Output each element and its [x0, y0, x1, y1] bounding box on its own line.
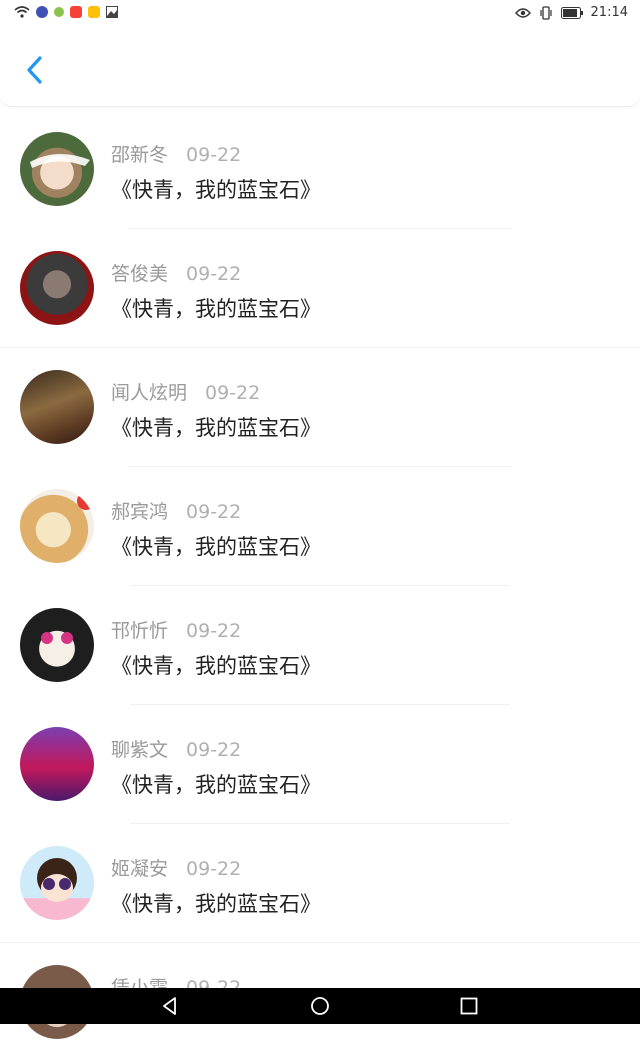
app-notification-icon	[36, 6, 48, 18]
avatar[interactable]	[20, 608, 94, 682]
nav-home-button[interactable]	[310, 996, 330, 1016]
app-notification-icon	[88, 6, 100, 18]
username[interactable]: 邵新冬	[111, 144, 168, 166]
comment-title[interactable]: 《快青，我的蓝宝石》	[111, 769, 321, 799]
comment-meta: 聊紫文 09-22	[111, 735, 241, 762]
status-bar: 21:14	[0, 0, 640, 28]
avatar[interactable]	[20, 251, 94, 325]
username[interactable]: 答俊美	[111, 263, 168, 285]
comment-date: 09-22	[186, 739, 242, 761]
comment-title[interactable]: 《快青，我的蓝宝石》	[111, 293, 321, 323]
list-item[interactable]: 姬凝安 09-22 《快青，我的蓝宝石》	[0, 824, 640, 943]
avatar[interactable]	[20, 489, 94, 563]
comment-title[interactable]: 《快青，我的蓝宝石》	[111, 650, 321, 680]
app-notification-icon	[54, 7, 64, 17]
username[interactable]: 聊紫文	[111, 739, 168, 761]
avatar[interactable]	[20, 846, 94, 920]
list-item[interactable]: 答俊美 09-22 《快青，我的蓝宝石》	[0, 229, 640, 348]
status-icons-left	[14, 6, 118, 18]
comment-meta: 闻人炫明 09-22	[111, 378, 260, 405]
list-item[interactable]: 邵新冬 09-22 《快青，我的蓝宝石》	[0, 110, 640, 229]
app-header	[0, 28, 640, 107]
username[interactable]: 闻人炫明	[111, 382, 187, 404]
comment-title[interactable]: 《快青，我的蓝宝石》	[111, 412, 321, 442]
comment-date: 09-22	[186, 501, 242, 523]
status-time: 21:14	[590, 5, 628, 20]
battery-icon	[560, 6, 583, 19]
username[interactable]: 郝宾鸿	[111, 501, 168, 523]
app-notification-icon	[70, 6, 82, 18]
list-item[interactable]: 闻人炫明 09-22 《快青，我的蓝宝石》	[0, 348, 640, 467]
username[interactable]: 姬凝安	[111, 858, 168, 880]
comment-list: 邵新冬 09-22 《快青，我的蓝宝石》 答俊美 09-22 《快青，我的蓝宝石》 …	[0, 110, 640, 1062]
back-button[interactable]	[18, 52, 54, 88]
nav-recents-button[interactable]	[459, 996, 479, 1016]
image-notification-icon	[106, 6, 118, 18]
home-circle-icon	[311, 997, 329, 1015]
comment-meta: 邵新冬 09-22	[111, 140, 241, 167]
comment-date: 09-22	[205, 382, 261, 404]
recents-square-icon	[460, 997, 478, 1015]
comment-meta: 姬凝安 09-22	[111, 854, 241, 881]
comment-date: 09-22	[186, 263, 242, 285]
avatar[interactable]	[20, 132, 94, 206]
comment-title[interactable]: 《快青，我的蓝宝石》	[111, 174, 321, 204]
list-item[interactable]: 聊紫文 09-22 《快青，我的蓝宝石》	[0, 705, 640, 824]
comment-meta: 答俊美 09-22	[111, 259, 241, 286]
comment-meta: 郝宾鸿 09-22	[111, 497, 241, 524]
nav-back-button[interactable]	[160, 996, 180, 1016]
comment-date: 09-22	[186, 144, 242, 166]
comment-date: 09-22	[186, 620, 242, 642]
avatar[interactable]	[20, 727, 94, 801]
vibrate-icon	[539, 5, 552, 20]
comment-date: 09-22	[186, 858, 242, 880]
username[interactable]: 邗忻忻	[111, 620, 168, 642]
avatar[interactable]	[20, 370, 94, 444]
list-item[interactable]: 邗忻忻 09-22 《快青，我的蓝宝石》	[0, 586, 640, 705]
back-triangle-icon	[163, 997, 176, 1015]
eye-icon	[514, 7, 531, 18]
wifi-icon	[14, 6, 30, 18]
comment-title[interactable]: 《快青，我的蓝宝石》	[111, 888, 321, 918]
status-icons-right: 21:14	[514, 5, 628, 20]
list-item[interactable]: 郝宾鸿 09-22 《快青，我的蓝宝石》	[0, 467, 640, 586]
comment-meta: 邗忻忻 09-22	[111, 616, 241, 643]
comment-title[interactable]: 《快青，我的蓝宝石》	[111, 531, 321, 561]
system-nav-bar	[0, 988, 640, 1024]
chevron-left-icon	[27, 56, 42, 84]
